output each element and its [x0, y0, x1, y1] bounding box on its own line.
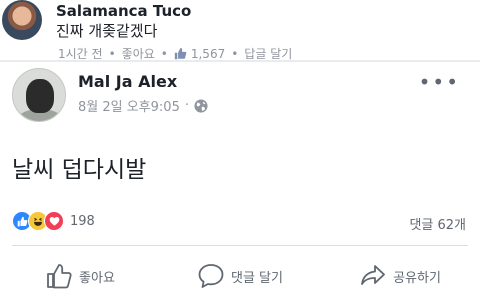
comment-button[interactable]: 댓글 달기	[160, 252, 320, 300]
comment-like-count[interactable]: 1,567	[174, 47, 225, 61]
post-action-bar: 좋아요 댓글 달기 공유하기	[0, 252, 480, 300]
post-author-avatar[interactable]	[12, 68, 66, 122]
post-meta: 8월 2일 오후9:05 ·	[78, 96, 208, 115]
post-body: 날씨 덥다시발	[12, 157, 147, 183]
comment-text: 진짜 개좆같겠다	[56, 22, 158, 40]
more-options-button[interactable]: •••	[419, 72, 460, 92]
comment-bubble-icon	[198, 264, 224, 288]
share-button[interactable]: 공유하기	[320, 252, 480, 300]
divider	[0, 60, 480, 62]
comment: Salamanca Tuco 진짜 개좆같겠다 1시간 전 • 좋아요 • 1,…	[0, 0, 480, 61]
meta-separator: ·	[184, 98, 189, 113]
post-timestamp[interactable]: 8월 2일 오후9:05	[78, 96, 180, 115]
like-button-label: 좋아요	[79, 270, 115, 286]
comment-like-count-value: 1,567	[190, 46, 226, 61]
comment-button-label: 댓글 달기	[231, 270, 283, 286]
commenter-avatar[interactable]	[2, 0, 42, 40]
meta-separator: •	[160, 46, 168, 61]
thumbs-up-icon	[47, 264, 72, 289]
love-reaction-icon	[44, 211, 64, 231]
meta-separator: •	[231, 46, 239, 61]
avatar-face	[26, 79, 54, 113]
reaction-count: 198	[70, 213, 95, 229]
globe-icon	[194, 98, 208, 113]
meta-separator: •	[108, 46, 116, 61]
post-author-name[interactable]: Mal Ja Alex	[78, 72, 177, 91]
reactions-summary[interactable]: 198	[12, 211, 95, 231]
commenter-name[interactable]: Salamanca Tuco	[56, 2, 191, 20]
thumbs-up-icon	[174, 47, 187, 60]
share-arrow-icon	[361, 265, 385, 285]
divider	[12, 245, 468, 246]
like-button[interactable]: 좋아요	[0, 252, 160, 300]
share-button-label: 공유하기	[393, 270, 441, 286]
comments-count-link[interactable]: 댓글 62개	[409, 214, 466, 233]
